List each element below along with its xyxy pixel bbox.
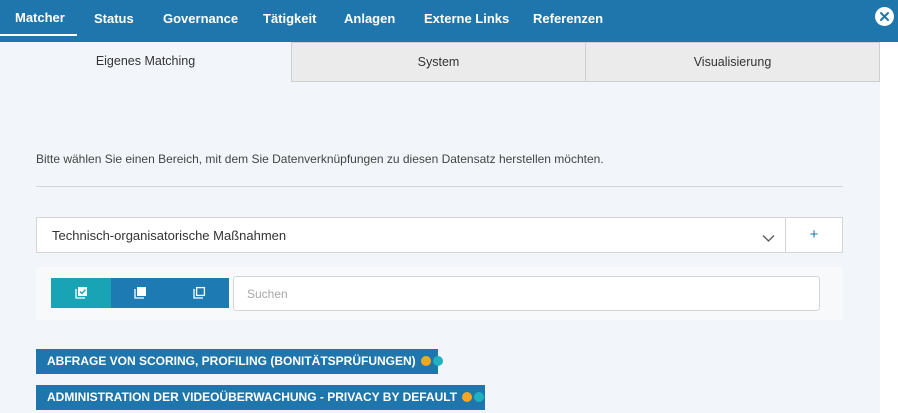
tab-status[interactable]: Status <box>94 0 134 38</box>
status-dot <box>474 392 485 402</box>
tab-system[interactable]: System <box>291 42 586 82</box>
tab-externe-links[interactable]: Externe Links <box>424 0 509 38</box>
chevron-down-icon <box>762 230 775 248</box>
status-dot <box>433 356 444 366</box>
area-select[interactable]: Technisch-organisatorische Maßnahmen <box>36 217 786 253</box>
filter-toolbar <box>36 267 843 320</box>
view-all-button[interactable] <box>111 278 170 308</box>
top-navigation: Matcher Status Governance Tätigkeit Anla… <box>0 0 898 42</box>
tab-anlagen[interactable]: Anlagen <box>344 0 395 38</box>
status-dot <box>462 392 473 402</box>
tab-visualisierung[interactable]: Visualisierung <box>585 42 880 82</box>
view-unchecked-button[interactable] <box>170 278 229 308</box>
add-button[interactable]: + <box>786 217 843 253</box>
tab-referenzen[interactable]: Referenzen <box>533 0 603 38</box>
close-icon[interactable] <box>875 7 894 26</box>
check-stack-icon <box>74 287 87 299</box>
area-select-value: Technisch-organisatorische Maßnahmen <box>52 228 287 243</box>
tab-taetigkeit[interactable]: Tätigkeit <box>263 0 316 38</box>
view-checked-button[interactable] <box>51 278 111 308</box>
divider <box>36 186 843 187</box>
tab-governance[interactable]: Governance <box>163 0 238 38</box>
matching-tag[interactable]: ADMINISTRATION DER VIDEOÜBERWACHUNG - PR… <box>36 385 485 410</box>
tag-label: ADMINISTRATION DER VIDEOÜBERWACHUNG - PR… <box>47 390 458 404</box>
instruction-text: Bitte wählen Sie einen Bereich, mit dem … <box>36 152 604 166</box>
sub-tabs: Eigenes Matching System Visualisierung <box>0 42 880 82</box>
tab-matcher[interactable]: Matcher <box>0 0 77 36</box>
matching-tag[interactable]: ABFRAGE VON SCORING, PROFILING (BONITÄTS… <box>36 349 444 374</box>
copy-icon <box>193 286 206 299</box>
tag-label: ABFRAGE VON SCORING, PROFILING (BONITÄTS… <box>47 354 416 368</box>
search-input[interactable] <box>233 276 820 311</box>
tab-eigenes-matching[interactable]: Eigenes Matching <box>0 42 291 82</box>
stack-icon <box>134 287 146 299</box>
status-dot <box>421 356 432 366</box>
